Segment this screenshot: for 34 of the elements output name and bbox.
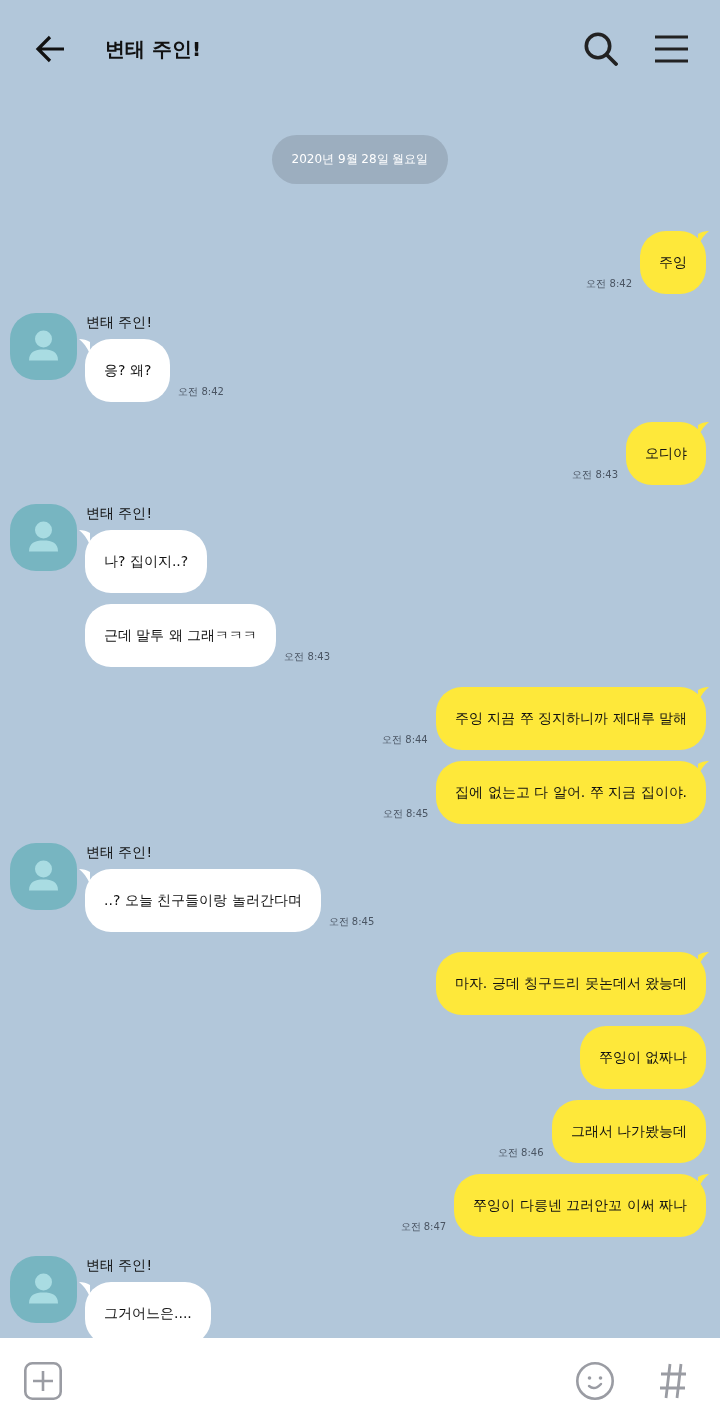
message-bubble: 쭈잉이 없짜나 — [579, 1026, 709, 1089]
avatar-icon[interactable] — [10, 843, 77, 910]
message-bubble: 근데 말투 왜 그래ㅋㅋㅋ — [85, 604, 277, 667]
avatar-icon[interactable] — [10, 1256, 77, 1323]
message-bubble: 주잉 — [640, 231, 709, 294]
message-bubble: 주잉 지끔 쭈 징지하니까 제대루 말해 — [435, 687, 709, 750]
message-time: 오전 8:42 — [178, 385, 224, 399]
message-bubble: 오디야 — [626, 422, 709, 485]
message-time: 오전 8:42 — [586, 277, 632, 291]
sender-name: 변태 주인! — [85, 504, 154, 523]
chat-title: 변태 주인! — [105, 35, 202, 63]
message-time: 오전 8:45 — [382, 807, 429, 821]
message-time: 오전 8:43 — [572, 468, 618, 482]
sender-name: 변태 주인! — [85, 843, 154, 862]
add-icon[interactable] — [24, 1361, 62, 1400]
message-bubble: 쭈잉이 다릉넨 끄러안꼬 이써 짜나 — [454, 1174, 709, 1237]
avatar-icon[interactable] — [10, 504, 77, 571]
date-divider: 2020년 9월 28일 월요일 — [271, 135, 449, 184]
message-time: 오전 8:44 — [382, 733, 428, 747]
message-bubble: 그래서 나가봤능데 — [551, 1100, 709, 1163]
back-arrow-icon[interactable] — [35, 35, 65, 63]
message-time: 오전 8:47 — [400, 1220, 447, 1234]
message-bubble: 집에 없는고 다 알어. 쭈 지금 집이야. — [436, 761, 709, 824]
hash-icon[interactable] — [659, 1362, 687, 1399]
avatar-icon[interactable] — [10, 313, 77, 380]
menu-icon[interactable] — [655, 35, 688, 63]
emoji-icon[interactable] — [576, 1361, 614, 1400]
message-time: 오전 8:45 — [328, 915, 375, 929]
message-time: 오전 8:46 — [497, 1146, 544, 1160]
search-icon[interactable] — [584, 32, 618, 66]
message-bubble: 마자. 긍데 칭구드리 못논데서 왔능데 — [435, 952, 709, 1015]
sender-name: 변태 주인! — [85, 1256, 154, 1275]
sender-name: 변태 주인! — [85, 313, 154, 332]
message-time: 오전 8:43 — [284, 650, 330, 664]
